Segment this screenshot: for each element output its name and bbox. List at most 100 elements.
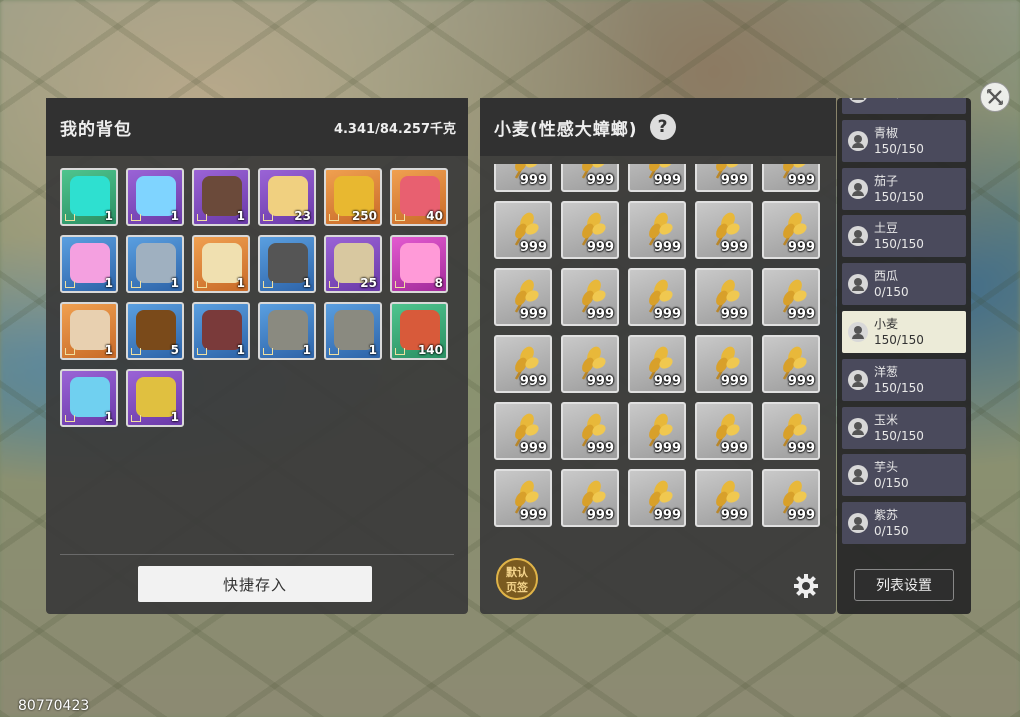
storage-slot[interactable]: 999 (762, 402, 820, 460)
storage-slot[interactable]: 999 (628, 335, 686, 393)
storage-slot[interactable]: 999 (494, 164, 552, 192)
slot-count: 999 (519, 441, 547, 456)
storage-slot[interactable]: 999 (695, 469, 753, 527)
storage-slot[interactable]: 999 (695, 402, 753, 460)
crop-text: 西瓜 0/150 (874, 268, 909, 300)
slot-count: 999 (519, 240, 547, 255)
backpack-slot[interactable]: 1 (324, 302, 382, 360)
storage-slot[interactable]: 999 (494, 268, 552, 326)
item-count: 1 (170, 276, 179, 290)
backpack-slot[interactable]: 250 (324, 168, 382, 226)
gear-icon[interactable] (792, 572, 820, 600)
backpack-slot[interactable]: 1 (60, 302, 118, 360)
storage-slot[interactable]: 999 (762, 268, 820, 326)
slot-count: 999 (720, 173, 748, 188)
item-count: 140 (417, 343, 443, 357)
crop-text: 150/150 (874, 98, 924, 101)
crop-item[interactable]: 紫苏 0/150 (842, 502, 966, 545)
storage-slot[interactable]: 999 (494, 402, 552, 460)
backpack-slot[interactable]: 5 (126, 302, 184, 360)
crop-amount: 150/150 (874, 141, 924, 156)
storage-slot[interactable]: 999 (494, 201, 552, 259)
crop-item[interactable]: 洋葱 150/150 (842, 358, 966, 401)
storage-slot[interactable]: 999 (561, 268, 619, 326)
backpack-slot[interactable]: 40 (390, 168, 448, 226)
item-count: 1 (368, 343, 377, 357)
backpack-panel: 我的背包 4.341/84.257千克 1 1 1 23 250 40 1 1 1 1 25 8 1 5 1… (46, 98, 468, 614)
crop-item[interactable]: 芋头 0/150 (842, 454, 966, 497)
backpack-slot[interactable]: 140 (390, 302, 448, 360)
storage-slot[interactable]: 999 (762, 469, 820, 527)
storage-viewport[interactable]: 999 999 999 999 999 999 999 999 999 999 999 999 999 9… (492, 164, 826, 550)
storage-slot[interactable]: 999 (561, 201, 619, 259)
crop-amount: 150/150 (874, 380, 924, 395)
list-settings-button[interactable]: 列表设置 (854, 569, 954, 601)
storage-slot[interactable]: 999 (494, 335, 552, 393)
backpack-slot[interactable]: 1 (192, 235, 250, 293)
slot-count: 999 (519, 374, 547, 389)
backpack-slot[interactable]: 1 (60, 235, 118, 293)
close-icon (987, 89, 1003, 105)
slot-count: 999 (720, 374, 748, 389)
quick-store-button[interactable]: 快捷存入 (138, 566, 372, 602)
backpack-slot[interactable]: 1 (258, 235, 316, 293)
crop-item[interactable]: 玉米 150/150 (842, 406, 966, 449)
backpack-slot[interactable]: 23 (258, 168, 316, 226)
storage-slot[interactable]: 999 (695, 164, 753, 192)
storage-slot[interactable]: 999 (561, 164, 619, 192)
crop-text: 土豆 150/150 (874, 220, 924, 252)
storage-slot[interactable]: 999 (561, 335, 619, 393)
backpack-slot[interactable]: 1 (126, 235, 184, 293)
storage-slot[interactable]: 999 (561, 469, 619, 527)
crop-item[interactable]: 土豆 150/150 (842, 215, 966, 258)
backpack-slot[interactable]: 1 (126, 168, 184, 226)
storage-slot[interactable]: 999 (628, 469, 686, 527)
crop-item[interactable]: 150/150 (842, 98, 966, 114)
crop-item[interactable]: 茄子 150/150 (842, 167, 966, 210)
storage-slot[interactable]: 999 (695, 335, 753, 393)
bound-icon (131, 281, 141, 288)
storage-slot[interactable]: 999 (695, 268, 753, 326)
storage-slot[interactable]: 999 (762, 335, 820, 393)
crop-list[interactable]: 150/150青椒150/150茄子150/150土豆150/150西瓜0/15… (842, 98, 966, 556)
backpack-slot[interactable]: 1 (60, 369, 118, 427)
backpack-slot[interactable]: 1 (192, 168, 250, 226)
crop-name: 洋葱 (874, 364, 899, 379)
help-icon[interactable]: ? (649, 114, 676, 140)
backpack-slot[interactable]: 8 (390, 235, 448, 293)
slot-count: 999 (519, 508, 547, 523)
bound-icon (65, 348, 75, 355)
slot-count: 999 (586, 240, 614, 255)
avatar-icon (848, 178, 868, 199)
slot-count: 999 (720, 441, 748, 456)
backpack-slot[interactable]: 1 (60, 168, 118, 226)
slot-count: 999 (653, 374, 681, 389)
storage-slot[interactable]: 999 (628, 268, 686, 326)
bound-icon (329, 281, 339, 288)
crop-item[interactable]: 小麦 150/150 (842, 310, 966, 353)
storage-slot[interactable]: 999 (762, 164, 820, 192)
storage-slot[interactable]: 999 (762, 201, 820, 259)
close-button[interactable] (980, 82, 1010, 112)
crop-item[interactable]: 西瓜 0/150 (842, 263, 966, 306)
backpack-slot[interactable]: 25 (324, 235, 382, 293)
backpack-header: 我的背包 4.341/84.257千克 (46, 98, 468, 156)
storage-slot[interactable]: 999 (695, 201, 753, 259)
item-count: 1 (302, 276, 311, 290)
crop-item[interactable]: 青椒 150/150 (842, 119, 966, 162)
bound-icon (263, 348, 273, 355)
backpack-slot[interactable]: 1 (126, 369, 184, 427)
avatar-icon (848, 465, 868, 486)
storage-slot[interactable]: 999 (628, 201, 686, 259)
storage-slot[interactable]: 999 (628, 402, 686, 460)
avatar-icon (848, 130, 868, 151)
default-tab-button[interactable]: 默认 页签 (496, 558, 538, 600)
divider (60, 554, 454, 555)
backpack-slot[interactable]: 1 (258, 302, 316, 360)
storage-slot[interactable]: 999 (561, 402, 619, 460)
storage-grid: 999 999 999 999 999 999 999 999 999 999 999 999 999 9… (494, 164, 820, 527)
backpack-slot[interactable]: 1 (192, 302, 250, 360)
bound-icon (65, 281, 75, 288)
storage-slot[interactable]: 999 (628, 164, 686, 192)
storage-slot[interactable]: 999 (494, 469, 552, 527)
